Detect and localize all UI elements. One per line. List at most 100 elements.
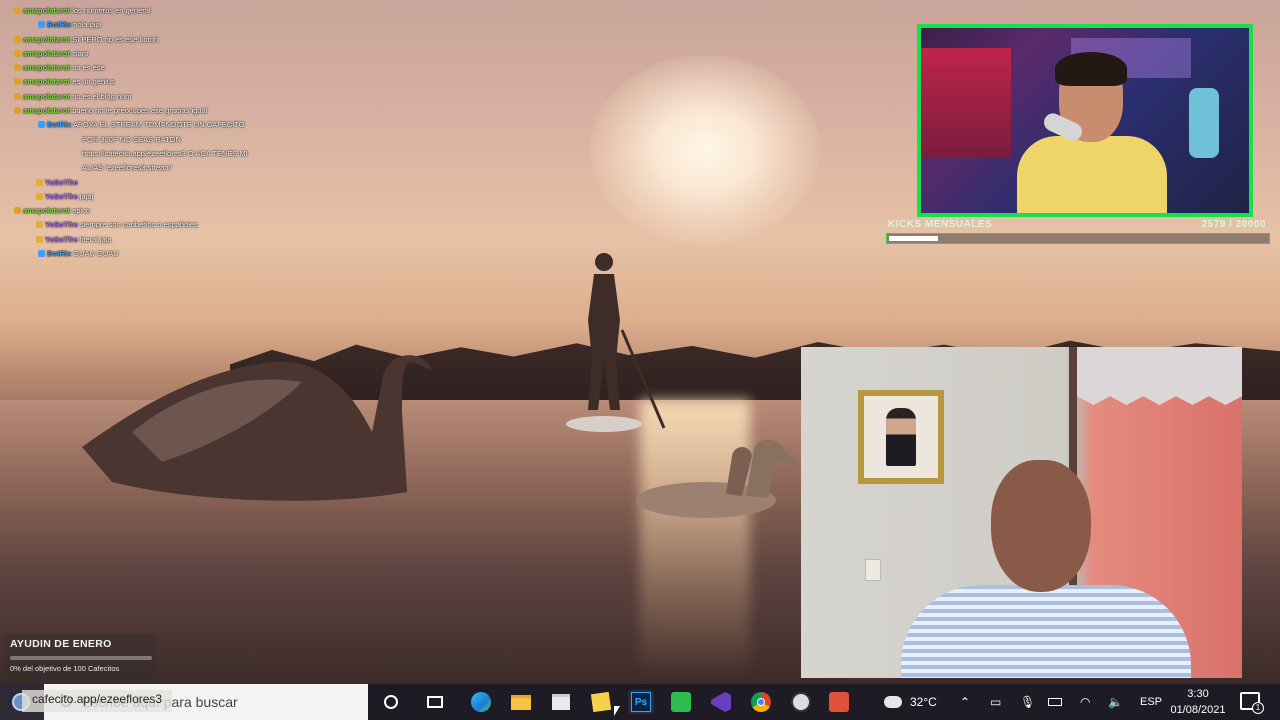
taskbar-clock[interactable]: 3:30 01/08/2021 [1166,686,1230,718]
chat-text: hola jaja [73,20,102,30]
chat-text: epico [72,206,91,216]
stream-chat: amapolatarot los numeros en general BotRi… [14,4,274,261]
chat-message: BotRix hola jaja [14,18,274,32]
graduation-portrait [858,390,944,484]
kicks-progress-bar [886,233,1270,244]
task-view-icon[interactable] [422,690,448,714]
chat-message: YoSoTfre [14,176,274,190]
streamer-hair [1055,52,1127,86]
clock-time: 3:30 [1187,688,1209,700]
chat-badge-icon [14,107,21,115]
edge-browser-icon[interactable] [468,690,494,714]
battery-icon[interactable] [1048,684,1062,720]
chat-text: APOYA EL STREAM TOMANDOTE UN CAFECITO [72,120,245,130]
chat-username[interactable]: amapolatarot [23,206,70,215]
kicks-goal: KICKS MENSUALES 2579 / 20000 [886,219,1270,247]
obs-icon[interactable] [788,690,814,714]
chat-message: amapolatarot epico [14,204,274,218]
show-hidden-icons[interactable]: ⌃ [960,684,970,720]
meet-now-icon[interactable]: ▭ [990,684,1001,720]
chat-username[interactable]: amapolatarot [23,6,70,15]
chat-username[interactable]: YoSoTfre [45,235,78,244]
chat-text: ALIAS 'ezeeflores3.stream' [82,163,172,173]
action-center-button[interactable]: 1 [1240,692,1264,714]
kicks-label: KICKS MENSUALES [888,219,993,230]
chat-text: jajaj [79,191,94,201]
chat-username[interactable]: BotRix [47,249,71,258]
video-call-feed [801,347,1242,678]
photoshop-icon[interactable]: Ps [628,690,654,714]
chat-username[interactable]: YoSoTfre [45,178,78,187]
chat-message: amapolatarot SI PERO no es ese botori [14,33,274,47]
microphone-icon[interactable]: 🎙 [1020,684,1035,720]
chat-username[interactable]: amapolatarot [23,63,70,72]
speaker-glyph: 🔈 [1108,695,1123,709]
kicks-progress-fill [889,236,939,241]
weather-temperature: 32°C [910,695,937,709]
chat-message: BotRix GUAU GUAU [14,247,274,261]
chat-message: ALIAS 'ezeeflores3.stream' [14,161,274,175]
chat-text: no es el blog num [72,91,132,101]
windows-taskbar: Escribe aquí para buscar Ps 32°C [0,684,1280,720]
chat-badge-icon [38,121,45,129]
weather-widget[interactable]: 32°C [884,684,937,720]
streamer-torso [1017,136,1167,213]
chat-text: no es ese [72,63,105,73]
chat-message: amapolatarot bueno no te preocupes eze g… [14,104,274,118]
sticky-notes-icon[interactable] [588,690,614,714]
language-indicator[interactable]: ESP [1140,684,1162,720]
chevron-up-icon: ⌃ [960,695,971,709]
chat-message: amapolatarot es un genius [14,75,274,89]
paddleboarder-silhouette [566,253,666,432]
curtain-valance [1077,347,1242,405]
wifi-glyph: ◠ [1080,695,1091,709]
file-explorer-icon[interactable] [508,690,534,714]
chat-badge-icon [14,49,21,57]
wifi-icon[interactable]: ◠ [1080,684,1090,720]
goal-title: AYUDIN DE ENERO [10,638,112,650]
notification-count: 1 [1252,702,1264,714]
chat-message: amapolatarot los numeros en general [14,4,274,18]
microsoft-store-icon[interactable] [548,690,574,714]
caller-shirt [901,585,1191,678]
chat-username[interactable]: BotRix [47,20,71,29]
chat-text: POR 300P NO SEAS RATON [82,134,181,144]
chat-username[interactable]: amapolatarot [23,49,70,58]
chat-username[interactable]: YoSoTfre [45,192,78,201]
chat-badge-icon [14,35,21,43]
chat-username[interactable]: amapolatarot [23,35,70,44]
goal-subtitle: 0% del objetivo de 100 Cafecitos [10,664,120,673]
chat-username[interactable]: amapolatarot [23,106,70,115]
sun-glow [590,55,820,245]
chat-text: https://cafecito.app/ezeeflores3 O ACA T… [82,148,248,158]
chat-message: POR 300P NO SEAS RATON [14,133,274,147]
mouse-cursor [614,706,620,716]
chat-username[interactable]: YoSoTfre [45,220,78,229]
chat-badge-icon [36,192,43,200]
chat-username[interactable]: amapolatarot [23,92,70,101]
chat-message: BotRix APOYA EL STREAM TOMANDOTE UN CAFE… [14,118,274,132]
webcam-shelf [921,48,1011,158]
chat-username[interactable]: amapolatarot [23,77,70,86]
chat-badge-icon [36,178,43,186]
visual-studio-icon[interactable] [708,690,734,714]
chat-message: amapolatarot no es ese [14,61,274,75]
caller-head [991,460,1091,592]
chat-text: siempre son caribeños o españoles [79,220,198,230]
camtasia-recorder-icon[interactable] [826,690,852,714]
chat-text: SI PERO no es ese botori [72,34,159,44]
volume-icon[interactable]: 🔈 [1108,684,1123,720]
chat-message: YoSoTfre literal jaja [14,233,274,247]
wall-outlet [865,559,881,581]
camtasia-icon[interactable] [668,690,694,714]
camera-icon: ▭ [990,695,1002,709]
chat-text: es un genius [72,77,115,87]
chat-badge-icon [14,64,21,72]
chat-badge-icon [38,250,45,258]
chat-message: https://cafecito.app/ezeeflores3 O ACA T… [14,147,274,161]
task-view-circle-icon[interactable] [378,690,404,714]
chat-username[interactable]: BotRix [47,120,71,129]
chrome-icon[interactable] [748,690,774,714]
donation-goal-widget: AYUDIN DE ENERO 0% del objetivo de 100 C… [4,634,156,680]
cygnet-silhouette [636,439,800,518]
